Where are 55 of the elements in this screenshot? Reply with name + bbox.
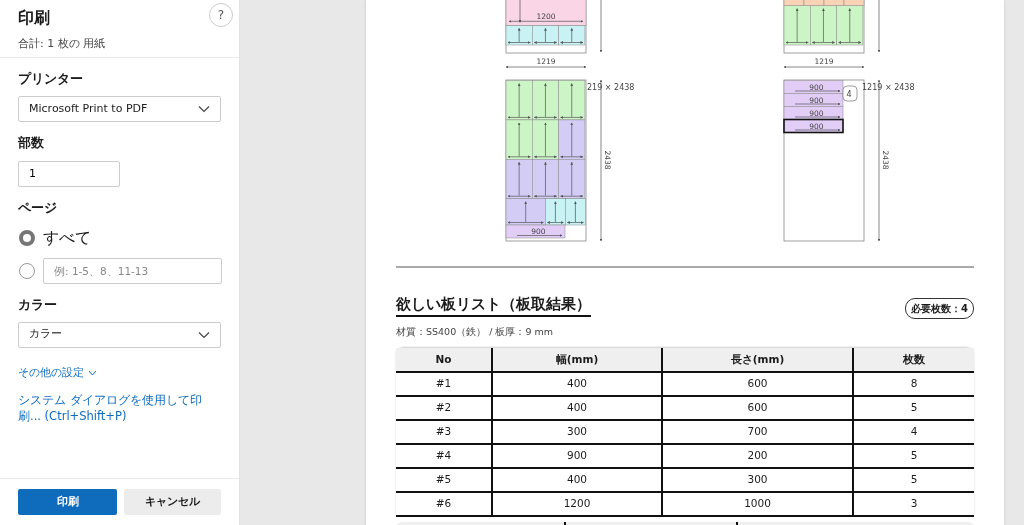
table-cell: #6: [396, 492, 492, 517]
table-cell: 700: [662, 420, 853, 445]
table-cell: 900: [492, 444, 662, 469]
count-label: 4: [846, 90, 852, 99]
sheet-count: 合計: 1 枚の 用紙: [18, 37, 106, 50]
table-cell: 3: [853, 492, 974, 517]
color-dropdown[interactable]: カラー: [18, 321, 221, 348]
column-header: 枚数: [853, 348, 974, 373]
table-cell: #2: [396, 396, 492, 421]
page-range-field[interactable]: 例: 1-5、8、11-13: [43, 257, 222, 284]
section-title: 欲しい板リスト（板取結果）: [396, 294, 591, 317]
radio-button[interactable]: [19, 229, 35, 246]
table-cell: 200: [662, 444, 853, 469]
section-label: プリンター: [18, 71, 83, 86]
help-button[interactable]: ?: [209, 3, 233, 27]
table-cell: 300: [662, 468, 853, 493]
column-header: 幅(mm): [492, 348, 662, 373]
table-cell: 600: [662, 372, 853, 397]
sheet-size-label: 1219 × 2438: [862, 83, 915, 92]
table-cell: 1000: [662, 492, 853, 517]
table-cell: #5: [396, 468, 492, 493]
sheet-size-label: 219 × 2438: [587, 83, 635, 92]
more-settings-link[interactable]: その他の設定: [18, 365, 84, 379]
table-cell: 600: [662, 396, 853, 421]
required-count-badge: 必要枚数：4: [905, 298, 974, 319]
printer-dropdown[interactable]: Microsoft Print to PDF: [18, 96, 221, 122]
table-cell: 8: [853, 372, 974, 397]
table-cell: #4: [396, 444, 492, 469]
table-cell: #1: [396, 372, 492, 397]
section-label: カラー: [18, 296, 57, 312]
table-cell: 5: [853, 468, 974, 493]
count-badge: [842, 85, 858, 102]
column-header: No: [396, 348, 492, 373]
table-cell: 400: [492, 468, 662, 493]
chevron-down-icon: [198, 105, 210, 113]
table-cell: 300: [492, 420, 662, 445]
table-cell: 400: [492, 372, 662, 397]
material-info: 材質：SS400（鉄） / 板厚：9 mm: [396, 326, 553, 337]
table-cell: 5: [853, 396, 974, 421]
table-cell: #3: [396, 420, 492, 445]
radio-label: すべて: [43, 226, 91, 249]
table-cell: 4: [853, 420, 974, 445]
table-cell: 1200: [492, 492, 662, 517]
chevron-down-icon: [198, 330, 210, 339]
print-button[interactable]: 印刷: [18, 489, 117, 515]
chevron-down-icon: [88, 369, 97, 376]
system-dialog-link[interactable]: システム ダイアログを使用して印刷... (Ctrl+Shift+P): [18, 392, 223, 424]
table-cell: 400: [492, 396, 662, 421]
section-label: ページ: [18, 199, 57, 215]
cancel-button[interactable]: キャンセル: [124, 489, 221, 515]
table-cell: 5: [853, 444, 974, 469]
copies-field[interactable]: 1: [18, 160, 120, 187]
column-header: 長さ(mm): [662, 348, 853, 373]
section-label: 部数: [18, 135, 44, 150]
panel-title: 印刷: [18, 8, 50, 27]
